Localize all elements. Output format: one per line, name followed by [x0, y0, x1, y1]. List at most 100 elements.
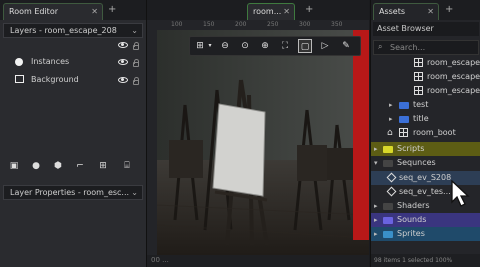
ruler-tick: 200: [235, 21, 247, 28]
search-input[interactable]: Search...: [390, 43, 425, 52]
layer-properties-dropdown[interactable]: Layer Properties - room_esc... ⌄: [3, 185, 143, 200]
scene-easels-graphic: [157, 30, 369, 255]
ruler-tick: 350: [331, 21, 343, 28]
eye-icon[interactable]: [118, 42, 128, 48]
settings-icon[interactable]: ✎: [339, 39, 353, 53]
toggle-view-icon[interactable]: ▢: [298, 39, 312, 53]
layer-row-background[interactable]: Background: [0, 72, 146, 88]
assets-tabbar: Assets ✕ +: [371, 0, 480, 20]
horizontal-ruler: 100 150 200 250 300 350: [147, 20, 369, 30]
chevron-down-icon[interactable]: ▾: [374, 156, 378, 170]
add-instance-layer-icon[interactable]: ●: [30, 160, 42, 172]
room-editor-tabbar: Room Editor ✕ +: [0, 0, 146, 20]
room-icon: [414, 86, 423, 95]
tab-assets-label: Assets: [379, 7, 406, 16]
asset-label: seq_ev_tes...: [399, 187, 451, 196]
room-viewport[interactable]: room... ✕ + 100 150 200 250 300 350 ⊞ ▾ …: [147, 0, 369, 267]
room-icon: [399, 128, 408, 137]
play-icon[interactable]: ▷: [318, 39, 332, 53]
asset-folder-title[interactable]: ▸ title: [371, 112, 480, 126]
chevron-down-icon: ⌄: [131, 26, 138, 35]
ruler-tick: 300: [299, 21, 311, 28]
lock-icon[interactable]: [133, 59, 139, 67]
asset-folder-sprites[interactable]: ▸ Sprites: [371, 227, 480, 241]
image-icon: [15, 75, 24, 83]
close-icon[interactable]: ✕: [427, 4, 434, 20]
add-tab-icon[interactable]: +: [108, 4, 116, 15]
add-tab-icon[interactable]: +: [305, 4, 313, 15]
tab-room-editor[interactable]: Room Editor ✕: [3, 3, 103, 20]
asset-label: test: [413, 100, 429, 109]
chevron-right-icon[interactable]: ▸: [374, 213, 378, 227]
search-icon: ⌕: [378, 42, 383, 51]
add-tab-icon[interactable]: +: [445, 4, 453, 15]
asset-room[interactable]: room_escape_...: [371, 70, 480, 84]
folder-icon: [399, 116, 409, 123]
asset-browser-header[interactable]: Asset Browser: [373, 22, 479, 36]
add-path-layer-icon[interactable]: ⌸: [121, 160, 133, 172]
tab-assets[interactable]: Assets ✕: [373, 3, 439, 20]
layer-row-instances[interactable]: Instances: [0, 54, 146, 70]
layer-label: Instances: [31, 57, 70, 66]
vertical-ruler: [147, 20, 157, 267]
asset-label: seq_ev_S208: [399, 173, 452, 182]
asset-label: room_escape_t...: [427, 86, 480, 95]
ruler-tick: 250: [267, 21, 279, 28]
asset-room[interactable]: room_escape_...: [371, 56, 480, 70]
asset-label: Shaders: [397, 201, 430, 210]
asset-folder-sounds[interactable]: ▸ Sounds: [371, 213, 480, 227]
add-tile-layer-icon[interactable]: ⌐: [74, 160, 86, 172]
asset-room[interactable]: room_escape_t...: [371, 84, 480, 98]
lock-icon[interactable]: [133, 77, 139, 85]
chevron-right-icon[interactable]: ▸: [374, 199, 378, 213]
folder-icon: [399, 102, 409, 109]
close-icon[interactable]: ✕: [283, 4, 290, 20]
room-icon: [414, 58, 423, 67]
viewport-statusbar: 00 ...: [147, 255, 369, 267]
viewport-status: 00 ...: [151, 256, 169, 264]
asset-folder-test[interactable]: ▸ test: [371, 98, 480, 112]
zoom-out-icon[interactable]: ⊖: [218, 39, 232, 53]
red-bounds-strip: [353, 30, 369, 240]
chevron-right-icon[interactable]: ▸: [389, 98, 393, 112]
asset-folder-scripts[interactable]: ▸ Scripts: [371, 142, 480, 156]
layer-label: Background: [31, 75, 79, 84]
assets-status: 98 items 1 selected 100%: [374, 257, 453, 264]
asset-search[interactable]: ⌕ Search...: [373, 40, 479, 55]
asset-label: room_boot: [413, 128, 456, 137]
tab-room[interactable]: room... ✕: [247, 3, 295, 20]
layers-title: Layers - room_escape_208: [10, 26, 117, 35]
layer-properties-title: Layer Properties - room_esc...: [10, 188, 130, 197]
add-folder-layer-icon[interactable]: ⊞: [97, 160, 109, 172]
layers-dropdown[interactable]: Layers - room_escape_208 ⌄: [3, 23, 143, 38]
asset-label: room_escape_...: [427, 58, 480, 67]
sequence-icon: [386, 186, 397, 197]
chevron-right-icon[interactable]: ▸: [389, 112, 393, 126]
chevron-right-icon[interactable]: ▸: [374, 142, 378, 156]
chevron-down-icon[interactable]: ▾: [203, 39, 217, 53]
add-background-layer-icon[interactable]: ▣: [8, 160, 20, 172]
lock-icon[interactable]: [133, 42, 139, 50]
zoom-in-icon[interactable]: ⊕: [258, 39, 272, 53]
asset-folder-sequences[interactable]: ▾ Sequnces: [371, 156, 480, 170]
room-icon: [414, 72, 423, 81]
folder-icon: [383, 146, 393, 153]
asset-label: Sounds: [397, 215, 427, 224]
asset-label: Sprites: [397, 229, 425, 238]
chevron-right-icon[interactable]: ▸: [374, 227, 378, 241]
eye-icon[interactable]: [118, 59, 128, 65]
room-editor-panel: Room Editor ✕ + Layers - room_escape_208…: [0, 0, 147, 267]
ruler-tick: 100: [171, 21, 183, 28]
zoom-reset-icon[interactable]: ⊙: [238, 39, 252, 53]
sequence-icon: [386, 172, 397, 183]
tab-room-label: room...: [253, 7, 282, 16]
fit-view-icon[interactable]: ⛶: [278, 39, 292, 53]
close-icon[interactable]: ✕: [91, 4, 98, 20]
asset-room-boot[interactable]: ⌂ room_boot: [371, 126, 480, 140]
asset-label: title: [413, 114, 429, 123]
add-asset-layer-icon[interactable]: ⬢: [52, 160, 64, 172]
folder-icon: [383, 203, 393, 210]
eye-icon[interactable]: [118, 77, 128, 83]
asset-label: room_escape_...: [427, 72, 480, 81]
folder-icon: [383, 231, 393, 238]
